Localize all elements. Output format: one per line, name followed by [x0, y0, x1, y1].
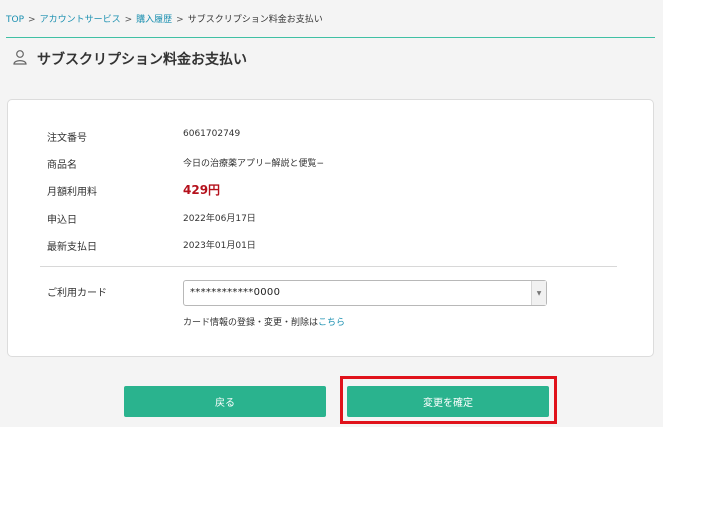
page-header: サブスクリプション料金お支払い [12, 49, 247, 69]
order-number-value: 6061702749 [183, 129, 241, 139]
breadcrumb-separator: > [124, 15, 133, 25]
apply-date-value: 2022年06月17日 [183, 214, 256, 224]
header-divider [6, 37, 655, 38]
user-icon [12, 49, 28, 69]
order-details-card: 注文番号 6061702749 商品名 今日の治療薬アプリ−解説と便覧− 月額利… [7, 99, 654, 357]
apply-date-label: 申込日 [47, 215, 77, 226]
chevron-down-icon[interactable]: ▼ [531, 281, 546, 305]
product-name-label: 商品名 [47, 160, 77, 171]
latest-payment-value: 2023年01月01日 [183, 241, 256, 251]
confirm-button-highlight-frame [340, 376, 557, 424]
breadcrumb-separator: > [28, 15, 36, 25]
monthly-fee-value: 429円 [183, 183, 221, 197]
monthly-fee-label: 月額利用料 [47, 187, 97, 198]
payment-card-select[interactable]: ************0000 ▼ [183, 280, 547, 306]
breadcrumb-top-link[interactable]: TOP [6, 15, 24, 25]
breadcrumb-current: サブスクリプション料金お支払い [187, 15, 323, 25]
order-number-label: 注文番号 [47, 133, 87, 144]
breadcrumb-history-link[interactable]: 購入履歴 [136, 15, 172, 25]
latest-payment-label: 最新支払日 [47, 242, 97, 253]
card-info-note-text: カード情報の登録・変更・削除は [183, 318, 319, 328]
card-info-note: カード情報の登録・変更・削除はこちら [183, 315, 345, 328]
payment-card-selected-value: ************0000 [190, 287, 281, 298]
page-title: サブスクリプション料金お支払い [37, 52, 247, 68]
page-background: TOP > アカウントサービス > 購入履歴 > サブスクリプション料金お支払い サブスクリ… [0, 0, 663, 427]
card-divider [40, 266, 617, 267]
payment-card-label: ご利用カード [47, 288, 107, 299]
breadcrumb: TOP > アカウントサービス > 購入履歴 > サブスクリプション料金お支払い [6, 12, 323, 25]
product-name-value: 今日の治療薬アプリ−解説と便覧− [183, 159, 325, 169]
breadcrumb-separator: > [176, 15, 184, 25]
breadcrumb-account-link[interactable]: アカウントサービス [40, 15, 121, 25]
back-button[interactable]: 戻る [124, 386, 326, 417]
card-info-link[interactable]: こちら [318, 318, 345, 328]
